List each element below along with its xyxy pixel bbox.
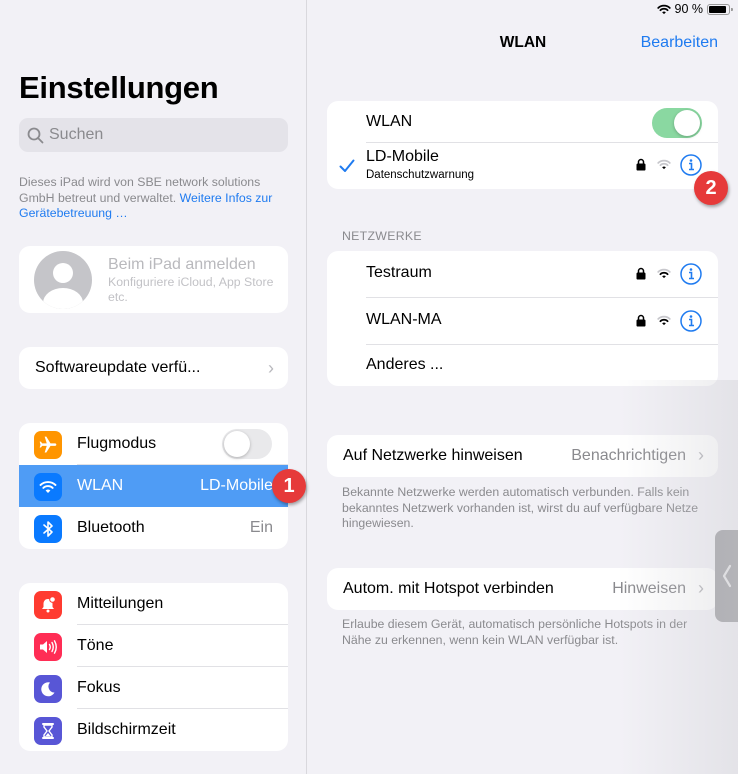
software-update-label: Softwareupdate verfü... (35, 359, 201, 376)
connected-network-row[interactable]: LD-Mobile Datenschutzwarnung (327, 143, 718, 189)
network-name: Testraum (366, 264, 432, 281)
ask-to-join-note: Bekannte Netzwerke werden automatisch ve… (342, 485, 699, 530)
wlan-toggle[interactable] (652, 108, 702, 138)
notifications-label: Mitteilungen (77, 595, 164, 612)
privacy-warning: Datenschutzwarnung (366, 169, 475, 181)
networks-card: Testraum WLAN-MA Anderes ... (327, 251, 718, 386)
network-row[interactable]: WLAN-MA (327, 298, 718, 345)
wifi-signal-icon (657, 159, 671, 170)
checkmark-icon (339, 159, 355, 172)
chevron-left-icon (722, 564, 731, 588)
chevron-right-icon: › (698, 578, 704, 598)
wlan-toggle-label: WLAN (366, 113, 413, 130)
wifi-signal-icon (657, 315, 671, 326)
status-bar: 90 % (656, 2, 733, 16)
moon-icon (34, 675, 62, 703)
connected-network-name: LD-Mobile (366, 148, 439, 165)
page-title: Einstellungen (19, 70, 219, 105)
sounds-label: Töne (77, 637, 114, 654)
ask-to-join-label: Auf Netzwerke hinweisen (343, 447, 523, 464)
avatar (34, 251, 92, 309)
sidebar-item-focus[interactable]: Fokus (19, 667, 288, 709)
apple-id-sign-in[interactable]: Beim iPad anmelden Konfiguriere iCloud, … (19, 246, 288, 313)
managed-notice: Dieses iPad wird von SBE network solutio… (19, 175, 289, 222)
wifi-icon (34, 473, 62, 501)
wlan-detail-pane: 90 % WLAN Bearbeiten WLAN LD-Mobile Date… (308, 0, 738, 774)
chevron-right-icon: › (268, 357, 274, 378)
bluetooth-icon (34, 515, 62, 543)
info-icon[interactable] (680, 263, 702, 285)
wlan-value: LD-Mobile (200, 477, 273, 494)
airplane-icon (34, 431, 62, 459)
connectivity-group: Flugmodus WLAN LD-Mobile Bluetooth Ein (19, 423, 288, 549)
network-name: WLAN-MA (366, 311, 442, 328)
wlan-toggle-row: WLAN (327, 101, 718, 143)
sidebar-item-airplane-mode[interactable]: Flugmodus (19, 423, 288, 465)
networks-header: NETZWERKE (342, 229, 422, 243)
edit-button[interactable]: Bearbeiten (641, 34, 718, 52)
sidebar-item-screen-time[interactable]: Bildschirmzeit (19, 709, 288, 751)
auto-hotspot-value: Hinweisen (612, 580, 686, 597)
bluetooth-value: Ein (249, 519, 273, 536)
wlan-card: WLAN LD-Mobile Datenschutzwarnung (327, 101, 718, 189)
focus-label: Fokus (77, 679, 121, 696)
sidebar: Einstellungen Suchen Dieses iPad wird vo… (0, 0, 307, 774)
notifications-group: Mitteilungen Töne Fokus Bildschirmzeit (19, 583, 288, 751)
wlan-label: WLAN (77, 477, 124, 494)
network-row[interactable]: Testraum (327, 251, 718, 298)
sidebar-item-notifications[interactable]: Mitteilungen (19, 583, 288, 625)
search-icon (27, 127, 44, 143)
search-input[interactable]: Suchen (19, 118, 288, 152)
slide-over-handle[interactable] (715, 530, 738, 622)
notifications-icon (34, 591, 62, 619)
ask-to-join-value: Benachrichtigen (571, 447, 686, 464)
hourglass-icon (34, 717, 62, 745)
battery-icon (707, 3, 733, 15)
sidebar-item-wlan[interactable]: WLAN LD-Mobile (19, 465, 288, 507)
lock-icon (636, 158, 646, 171)
other-network-row[interactable]: Anderes ... (327, 345, 718, 386)
wifi-signal-icon (657, 268, 671, 279)
battery-percent: 90 % (674, 2, 704, 16)
software-update-item[interactable]: Softwareupdate verfü... › (19, 347, 288, 389)
chevron-right-icon: › (698, 445, 704, 465)
sidebar-item-sounds[interactable]: Töne (19, 625, 288, 667)
other-network-label: Anderes ... (366, 356, 444, 373)
airplane-mode-toggle[interactable] (222, 429, 272, 459)
sign-in-title: Beim iPad anmelden (108, 256, 256, 273)
search-placeholder: Suchen (49, 126, 104, 143)
info-icon[interactable] (680, 310, 702, 332)
info-icon[interactable] (680, 154, 702, 176)
sounds-icon (34, 633, 62, 661)
bluetooth-label: Bluetooth (77, 519, 145, 536)
lock-icon (636, 314, 646, 327)
screen-time-label: Bildschirmzeit (77, 721, 176, 738)
sidebar-item-bluetooth[interactable]: Bluetooth Ein (19, 507, 288, 549)
auto-hotspot-label: Autom. mit Hotspot verbinden (343, 580, 554, 597)
wifi-status-icon (656, 4, 671, 14)
airplane-mode-label: Flugmodus (77, 435, 157, 452)
auto-hotspot-note: Erlaube diesem Gerät, automatisch persön… (342, 617, 688, 647)
annotation-badge-1: 1 (272, 469, 306, 503)
lock-icon (636, 267, 646, 280)
annotation-badge-2: 2 (694, 171, 728, 205)
auto-hotspot-row[interactable]: Autom. mit Hotspot verbinden Hinweisen › (327, 568, 718, 610)
ask-to-join-row[interactable]: Auf Netzwerke hinweisen Benachrichtigen … (327, 435, 718, 477)
sign-in-subtitle: Konfiguriere iCloud, App Store etc. (108, 275, 274, 304)
